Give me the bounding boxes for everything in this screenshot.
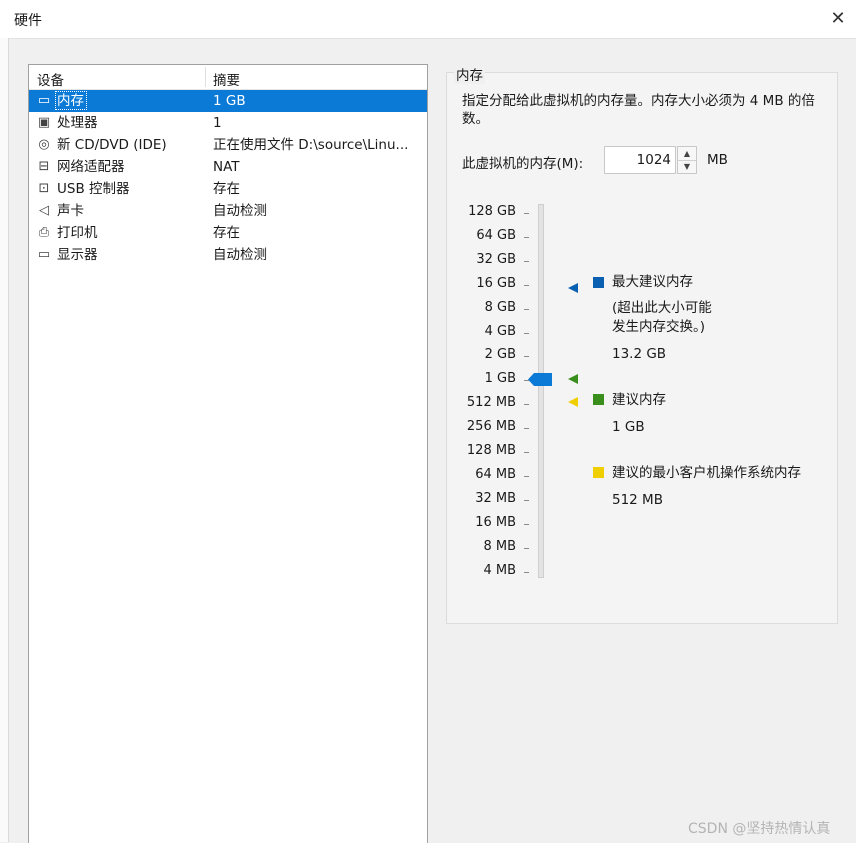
memory-unit-label: MB bbox=[707, 152, 728, 168]
device-summary: 正在使用文件 D:\source\Linu... bbox=[213, 137, 409, 153]
scale-tick bbox=[524, 547, 529, 549]
scale-label: 32 GB bbox=[476, 251, 516, 267]
scale-tick bbox=[524, 428, 529, 430]
scale-label: 128 MB bbox=[466, 443, 516, 458]
memory-slider-thumb[interactable] bbox=[528, 373, 552, 386]
scale-tick bbox=[524, 499, 529, 501]
device-summary: 自动检测 bbox=[213, 203, 267, 219]
memory-size-input[interactable]: 1024 bbox=[604, 146, 676, 174]
memory-group-title: 内存 bbox=[454, 64, 485, 84]
max-legend-note-2: 发生内存交换。) bbox=[612, 319, 706, 335]
scale-tick bbox=[524, 260, 529, 262]
device-name: 显示器 bbox=[57, 247, 98, 263]
scale-label: 32 MB bbox=[475, 490, 516, 506]
column-separator[interactable] bbox=[205, 67, 206, 87]
device-column-header[interactable]: 设备 bbox=[37, 69, 64, 89]
printer-icon: ⎙ bbox=[38, 225, 50, 240]
device-row-printer[interactable]: ⎙ 打印机 存在 bbox=[29, 222, 427, 244]
network-icon: ⊟ bbox=[38, 159, 50, 174]
max-legend-value: 13.2 GB bbox=[612, 346, 667, 362]
scale-label: 16 GB bbox=[476, 275, 516, 291]
device-row-sound[interactable]: ◁ 声卡 自动检测 bbox=[29, 200, 427, 222]
memory-field-label: 此虚拟机的内存(M): bbox=[462, 156, 584, 172]
device-row-cddvd[interactable]: ◎ 新 CD/DVD (IDE) 正在使用文件 D:\source\Linu..… bbox=[29, 134, 427, 156]
recommended-legend-value: 1 GB bbox=[612, 419, 645, 435]
close-icon[interactable]: ✕ bbox=[826, 6, 850, 30]
cpu-icon: ▣ bbox=[37, 115, 51, 130]
usb-icon: ⊡ bbox=[38, 181, 50, 196]
monitor-icon: ▭ bbox=[37, 247, 51, 262]
device-name: 处理器 bbox=[57, 115, 98, 131]
watermark-text: CSDN @坚持热情认真 bbox=[688, 821, 831, 837]
summary-column-header[interactable]: 摘要 bbox=[213, 69, 240, 89]
scale-tick bbox=[524, 284, 529, 286]
device-name: USB 控制器 bbox=[57, 181, 130, 197]
scale-tick bbox=[524, 452, 529, 453]
memory-slider-track[interactable] bbox=[538, 204, 544, 578]
scale-tick bbox=[524, 308, 529, 310]
scale-label: 128 GB bbox=[468, 204, 516, 219]
device-name: 打印机 bbox=[57, 225, 98, 241]
scale-label: 4 GB bbox=[484, 323, 516, 339]
device-row-cpu[interactable]: ▣ 处理器 1 bbox=[29, 112, 427, 134]
recommended-legend-square bbox=[593, 394, 604, 405]
scale-label: 1 GB bbox=[484, 371, 516, 387]
device-row-network[interactable]: ⊟ 网络适配器 NAT bbox=[29, 156, 427, 178]
spin-up-icon[interactable]: ▲ bbox=[678, 147, 696, 161]
scale-tick bbox=[524, 571, 529, 573]
scale-label: 512 MB bbox=[466, 395, 516, 411]
device-summary: 1 GB bbox=[213, 93, 246, 109]
device-name: 声卡 bbox=[57, 203, 84, 219]
memory-spinner[interactable]: ▲ ▼ bbox=[677, 146, 697, 174]
scale-tick bbox=[524, 356, 529, 358]
max-recommended-marker-icon bbox=[568, 283, 578, 293]
max-legend-label: 最大建议内存 bbox=[612, 274, 693, 290]
min-legend-value: 512 MB bbox=[612, 492, 663, 508]
device-name: 新 CD/DVD (IDE) bbox=[57, 137, 167, 153]
scale-tick bbox=[524, 213, 529, 214]
scale-tick bbox=[524, 236, 529, 238]
memory-description: 指定分配给此虚拟机的内存量。内存大小必须为 4 MB 的倍数。 bbox=[462, 93, 815, 127]
device-row-display[interactable]: ▭ 显示器 自动检测 bbox=[29, 244, 427, 266]
min-legend-square bbox=[593, 467, 604, 478]
memory-icon: ▭ bbox=[37, 93, 51, 108]
device-summary: 1 bbox=[213, 115, 222, 131]
device-name: 内存 bbox=[57, 93, 84, 109]
device-list[interactable]: 设备 摘要 ▭ 内存 1 GB ▣ 处理器 1 ◎ 新 CD/DVD (IDE)… bbox=[28, 64, 428, 843]
device-summary: 存在 bbox=[213, 225, 240, 241]
scale-label: 2 GB bbox=[484, 347, 516, 363]
left-edge bbox=[0, 38, 9, 842]
speaker-icon: ◁ bbox=[39, 203, 49, 218]
device-summary: 存在 bbox=[213, 181, 240, 197]
scale-label: 8 MB bbox=[483, 538, 516, 554]
window-title: 硬件 bbox=[14, 13, 42, 29]
scale-tick bbox=[524, 404, 529, 406]
disc-icon: ◎ bbox=[38, 137, 50, 152]
min-legend-label: 建议的最小客户机操作系统内存 bbox=[612, 465, 801, 481]
scale-label: 256 MB bbox=[466, 419, 516, 435]
max-legend-note-1: (超出此大小可能 bbox=[612, 300, 712, 316]
scale-label: 64 GB bbox=[476, 227, 516, 243]
scale-tick bbox=[524, 332, 529, 334]
device-name: 网络适配器 bbox=[57, 159, 125, 175]
min-recommended-marker-icon bbox=[568, 397, 578, 407]
scale-tick bbox=[524, 523, 529, 525]
device-row-usb[interactable]: ⊡ USB 控制器 存在 bbox=[29, 178, 427, 200]
scale-label: 8 GB bbox=[484, 299, 516, 315]
device-row-memory[interactable]: ▭ 内存 1 GB bbox=[29, 90, 427, 112]
device-list-header: 设备 摘要 bbox=[29, 65, 427, 90]
scale-tick bbox=[524, 475, 529, 477]
scale-label: 16 MB bbox=[475, 514, 516, 530]
recommended-marker-icon bbox=[568, 374, 578, 384]
device-summary: 自动检测 bbox=[213, 247, 267, 263]
spin-down-icon[interactable]: ▼ bbox=[678, 160, 696, 173]
max-legend-square bbox=[593, 277, 604, 288]
scale-label: 4 MB bbox=[483, 562, 516, 578]
scale-label: 64 MB bbox=[475, 466, 516, 482]
device-summary: NAT bbox=[213, 159, 240, 175]
title-bar: 硬件 ✕ bbox=[0, 0, 856, 39]
recommended-legend-label: 建议内存 bbox=[612, 392, 666, 408]
